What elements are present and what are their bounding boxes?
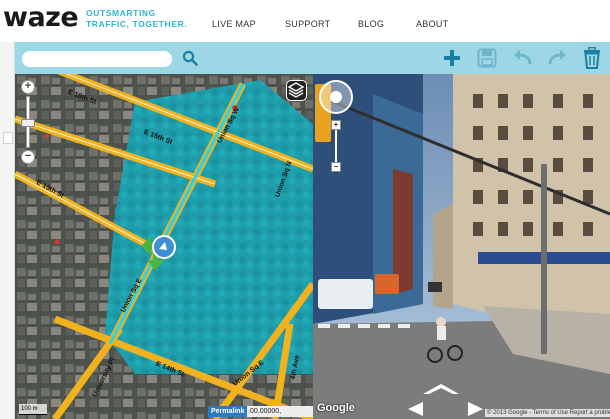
zoom-in-button[interactable]: + [21, 80, 35, 94]
street-view-position-icon[interactable] [137, 224, 187, 274]
tagline-line-2: TRAFFIC, TOGETHER. [86, 19, 188, 29]
search-icon[interactable] [181, 49, 199, 67]
undo-icon[interactable] [512, 47, 534, 69]
zoom-slider-handle[interactable] [21, 119, 35, 127]
street-view-pan-control[interactable] [319, 80, 353, 114]
delete-icon[interactable] [581, 46, 603, 70]
nav-about[interactable]: ABOUT [416, 19, 449, 29]
editor-toolbar [15, 42, 610, 74]
street-view-zoom-track[interactable] [335, 130, 337, 162]
add-icon[interactable] [442, 48, 462, 68]
zoom-slider-track[interactable] [21, 96, 35, 148]
satellite-map[interactable]: E 16th St E 15th St E 15th St E 14th St … [15, 74, 313, 419]
tagline: OUTSMARTING TRAFFIC, TOGETHER. [86, 8, 187, 30]
street-view-copyright[interactable]: © 2013 Google - Terms of Use Report a pr… [485, 409, 610, 417]
search-input[interactable] [22, 51, 172, 67]
pan-center [330, 91, 342, 103]
street-view-zoom-control: + − [331, 120, 341, 172]
side-panel-edge [0, 42, 15, 419]
street-view-imagery [313, 74, 610, 419]
redo-icon[interactable] [546, 47, 568, 69]
save-icon[interactable] [476, 47, 498, 69]
waze-logo[interactable]: waze [3, 2, 79, 33]
permalink-button[interactable]: Permalink [208, 406, 248, 417]
map-scale: 100 m [19, 404, 47, 415]
street-view-zoom-out[interactable]: − [331, 162, 341, 172]
nav-live-map[interactable]: LIVE MAP [212, 19, 256, 29]
tagline-line-1: OUTSMARTING [86, 8, 156, 18]
zoom-out-button[interactable]: − [21, 150, 35, 164]
coordinates-readout: 00.00000, 00.00000 [247, 406, 313, 417]
panel-tab[interactable] [3, 132, 13, 144]
layers-icon [287, 82, 305, 98]
top-bar: waze OUTSMARTING TRAFFIC, TOGETHER. LIVE… [0, 0, 610, 42]
nav-support[interactable]: SUPPORT [285, 19, 330, 29]
layers-button[interactable] [286, 80, 307, 101]
map-zoom-control: + − [21, 80, 37, 164]
street-view-panel[interactable]: + − Google © 2013 Google - Terms of Use … [313, 74, 610, 419]
street-view-zoom-in[interactable]: + [331, 120, 341, 130]
nav-blog[interactable]: BLOG [358, 19, 384, 29]
google-logo: Google [317, 402, 355, 414]
